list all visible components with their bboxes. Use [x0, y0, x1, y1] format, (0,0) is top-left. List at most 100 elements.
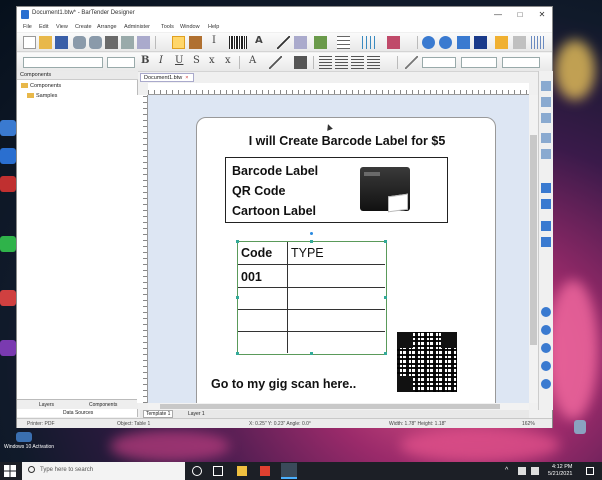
- table-cell[interactable]: [288, 332, 385, 353]
- tray-chevron-icon[interactable]: ^: [505, 467, 508, 474]
- rotate-270-icon[interactable]: [541, 361, 551, 371]
- rfid-tool-icon[interactable]: [387, 36, 400, 49]
- selection-handle[interactable]: [310, 352, 313, 355]
- network-icon[interactable]: [518, 467, 526, 475]
- fill-style-combo[interactable]: [502, 57, 540, 68]
- pointer-tool-icon[interactable]: [172, 36, 185, 49]
- picture-tool-icon[interactable]: [314, 36, 327, 49]
- tree-item-samples[interactable]: Samples: [27, 93, 57, 99]
- menu-edit[interactable]: Edit: [39, 24, 48, 30]
- label-footer[interactable]: Go to my gig scan here..: [211, 377, 356, 391]
- menu-help[interactable]: Help: [208, 24, 219, 30]
- shape-tool-icon[interactable]: [294, 36, 307, 49]
- italic-icon[interactable]: I: [159, 55, 163, 66]
- zoom-fit-icon[interactable]: [457, 36, 470, 49]
- clock-time[interactable]: 4:12 PM: [552, 464, 572, 470]
- superscript-icon[interactable]: x: [225, 55, 231, 66]
- zoom-page-icon[interactable]: [474, 36, 487, 49]
- label-item-barcode[interactable]: Barcode Label: [232, 164, 318, 178]
- horizontal-scrollbar[interactable]: [148, 403, 529, 410]
- menu-view[interactable]: View: [56, 24, 68, 30]
- desktop-shortcut-icon[interactable]: [0, 236, 16, 252]
- document-properties-icon[interactable]: [137, 36, 150, 49]
- table-cell-code-value[interactable]: 001: [241, 270, 262, 284]
- qr-code[interactable]: [397, 332, 457, 392]
- menu-arrange[interactable]: Arrange: [97, 24, 117, 30]
- minimize-button[interactable]: —: [487, 7, 509, 22]
- selection-handle[interactable]: [236, 240, 239, 243]
- align-center-icon[interactable]: [335, 56, 348, 69]
- zoom-out-icon[interactable]: [439, 36, 452, 49]
- taskbar-search[interactable]: Type here to search: [22, 462, 185, 480]
- design-canvas[interactable]: I will Create Barcode Label for $5 Barco…: [148, 95, 529, 403]
- tree-item-components[interactable]: Components: [21, 83, 61, 89]
- line-tool-icon[interactable]: [277, 36, 290, 49]
- save-icon[interactable]: [55, 36, 68, 49]
- font-size-combo[interactable]: [107, 57, 135, 68]
- align-bottom-icon[interactable]: [541, 113, 551, 123]
- close-button[interactable]: ✕: [531, 7, 553, 22]
- barcode-tool-icon[interactable]: [229, 36, 247, 49]
- subscript-icon[interactable]: x: [209, 55, 215, 66]
- vertical-scroll-thumb[interactable]: [530, 135, 537, 345]
- rotate-90-icon[interactable]: [541, 325, 551, 335]
- rotate-icon[interactable]: [541, 307, 551, 317]
- tab-layers[interactable]: Layers: [39, 402, 54, 408]
- underline-icon[interactable]: U: [175, 55, 183, 66]
- size-match-height-icon[interactable]: [541, 237, 551, 247]
- print-preview-icon[interactable]: [121, 36, 134, 49]
- horizontal-scroll-thumb[interactable]: [160, 404, 500, 409]
- table-cell[interactable]: [288, 288, 385, 310]
- windows-activation-icon[interactable]: [16, 432, 32, 442]
- selection-handle[interactable]: [236, 352, 239, 355]
- align-left-icon[interactable]: [319, 56, 332, 69]
- zoom-in-icon[interactable]: [422, 36, 435, 49]
- center-horizontal-icon[interactable]: [541, 183, 551, 193]
- bartender-taskbar-icon[interactable]: [281, 463, 297, 479]
- line-style-icon[interactable]: [405, 56, 418, 69]
- menu-administer[interactable]: Administer: [124, 24, 150, 30]
- distribute-icon[interactable]: [541, 133, 551, 143]
- distribute-vertical-icon[interactable]: [541, 149, 551, 159]
- start-button[interactable]: [4, 465, 16, 477]
- font-name-combo[interactable]: [23, 57, 103, 68]
- print-icon[interactable]: [105, 36, 118, 49]
- document-tab[interactable]: Document1.btw ×: [140, 73, 194, 82]
- maximize-button[interactable]: □: [509, 7, 531, 22]
- table-header-type[interactable]: TYPE: [291, 246, 324, 260]
- font-color-icon[interactable]: A: [249, 55, 256, 66]
- tab-data-sources[interactable]: Data Sources: [63, 410, 93, 416]
- rotate-180-icon[interactable]: [541, 343, 551, 353]
- desktop-shortcut-icon[interactable]: [0, 340, 16, 356]
- desktop-shortcut-icon[interactable]: [0, 120, 16, 136]
- line-style-combo[interactable]: [461, 57, 497, 68]
- taskview-windows-icon[interactable]: [213, 466, 223, 476]
- new-document-icon[interactable]: [23, 36, 36, 49]
- label-printer-picture[interactable]: [354, 167, 420, 213]
- volume-icon[interactable]: [531, 467, 539, 475]
- desktop-shortcut-icon[interactable]: [0, 148, 16, 164]
- page-setup-icon[interactable]: [513, 36, 526, 49]
- database-setup-icon[interactable]: [89, 36, 102, 49]
- taskbar-app-icon[interactable]: [260, 466, 270, 476]
- selection-handle[interactable]: [384, 296, 387, 299]
- justify-icon[interactable]: [367, 56, 380, 69]
- table-cell[interactable]: [238, 288, 288, 310]
- label-item-cartoon[interactable]: Cartoon Label: [232, 204, 316, 218]
- table-cell[interactable]: [288, 310, 385, 332]
- line-color-icon[interactable]: [269, 56, 282, 69]
- label-headline[interactable]: I will Create Barcode Label for $5: [197, 134, 497, 148]
- grid-tool-icon[interactable]: [362, 36, 375, 49]
- fill-color-icon[interactable]: [294, 56, 307, 69]
- notification-icon[interactable]: [586, 467, 594, 475]
- desktop-shortcut-icon[interactable]: [0, 176, 16, 192]
- flip-icon[interactable]: [541, 379, 551, 389]
- grid-settings-icon[interactable]: [531, 36, 544, 49]
- size-match-icon[interactable]: [541, 221, 551, 231]
- label-template[interactable]: I will Create Barcode Label for $5 Barco…: [196, 117, 496, 403]
- label-setup-icon[interactable]: [495, 36, 508, 49]
- format-painter-icon[interactable]: [189, 36, 202, 49]
- selection-handle[interactable]: [310, 240, 313, 243]
- task-view-icon[interactable]: [192, 466, 202, 476]
- desktop-shortcut-icon[interactable]: [0, 290, 16, 306]
